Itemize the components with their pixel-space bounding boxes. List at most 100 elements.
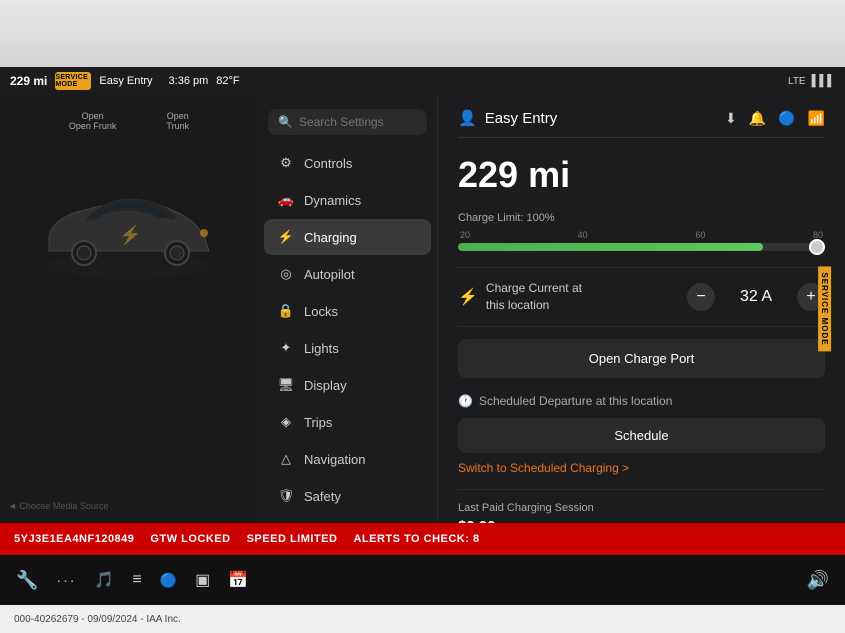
car-image: ⚡	[29, 171, 229, 301]
sidebar-item-lights[interactable]: ✦ Lights	[264, 330, 431, 366]
charge-decrease-button[interactable]: −	[687, 283, 715, 311]
search-input[interactable]	[299, 115, 417, 129]
taskbar-bluetooth-icon[interactable]: 🔵	[160, 572, 177, 589]
lights-label: Lights	[304, 341, 339, 356]
gtw-locked: GTW LOCKED	[150, 533, 230, 545]
footer-text: 000-40262679 - 09/09/2024 - IAA Inc.	[14, 614, 181, 625]
top-bar: 229 mi SERVICE MODE Easy Entry 3:36 pm 8…	[0, 0, 845, 95]
charging-panel: SERVICE MODE 👤 Easy Entry ⬇ 🔔 🔵 📶 229 mi…	[438, 95, 845, 523]
bluetooth-icon[interactable]: 🔵	[778, 110, 795, 127]
dynamics-label: Dynamics	[304, 193, 361, 208]
controls-label: Controls	[304, 156, 352, 171]
sidebar-item-navigation[interactable]: △ Navigation	[264, 441, 431, 477]
controls-icon: ⚙	[278, 155, 294, 171]
charge-limit-ticks: 20 40 60 80	[458, 230, 825, 240]
autopilot-icon: ◎	[278, 266, 294, 282]
taskbar-volume-icon[interactable]: 🔊	[807, 570, 829, 591]
bottom-status-bar: 5YJ3E1EA4NF120849 GTW LOCKED SPEED LIMIT…	[0, 523, 845, 555]
charging-label: Charging	[304, 230, 357, 245]
open-frunk-label: Open	[69, 111, 117, 121]
top-time: 3:36 pm	[169, 75, 209, 87]
trips-icon: ◈	[278, 414, 294, 430]
footer: 000-40262679 - 09/09/2024 - IAA Inc.	[0, 605, 845, 633]
scheduled-text: Scheduled Departure at this location	[479, 394, 672, 408]
mileage-display: 229 mi	[458, 154, 825, 196]
car-panel: Open Open Frunk Open Trunk	[0, 95, 258, 523]
scheduled-section: 🕐 Scheduled Departure at this location S…	[458, 394, 825, 475]
sidebar-item-dynamics[interactable]: 🚗 Dynamics	[264, 182, 431, 218]
locks-label: Locks	[304, 304, 338, 319]
top-temp: 82°F	[216, 75, 239, 87]
dynamics-icon: 🚗	[278, 192, 294, 208]
sidebar-item-autopilot[interactable]: ◎ Autopilot	[264, 256, 431, 292]
taskbar-grid-icon[interactable]: ▣	[195, 570, 210, 590]
sidebar-item-charging[interactable]: ⚡ Charging	[264, 219, 431, 255]
taskbar-dots-icon[interactable]: ···	[56, 572, 76, 588]
charge-limit-label: Charge Limit: 100%	[458, 212, 825, 224]
last-paid-title: Last Paid Charging Session	[458, 502, 825, 514]
charge-value: 32 A	[731, 288, 781, 306]
service-mode-side-label: SERVICE MODE	[818, 266, 831, 351]
taskbar-music-icon[interactable]: 🎵	[94, 570, 114, 590]
lights-icon: ✦	[278, 340, 294, 356]
sidebar: 🔍 ⚙ Controls 🚗 Dynamics ⚡ Charging ◎ Aut…	[258, 95, 438, 523]
signal-bars-icon: ▌▌▌	[812, 75, 835, 87]
search-icon: 🔍	[278, 115, 293, 129]
navigation-icon: △	[278, 451, 294, 467]
signal-icon[interactable]: 📶	[808, 110, 825, 127]
charging-icon: ⚡	[278, 229, 294, 245]
clock-icon: 🕐	[458, 394, 473, 408]
media-source[interactable]: ◄ Choose Media Source	[8, 501, 108, 511]
header-icons: ⬇ 🔔 🔵 📶	[725, 110, 825, 127]
taskbar-menu-icon[interactable]: ≡	[132, 571, 141, 589]
person-icon: 👤	[458, 109, 477, 127]
charge-plug-icon: ⚡	[458, 287, 478, 307]
svg-text:⚡: ⚡	[119, 224, 141, 246]
lte-label: LTE	[788, 76, 806, 87]
tick-60: 60	[695, 230, 705, 240]
sidebar-item-controls[interactable]: ⚙ Controls	[264, 145, 431, 181]
taskbar-wrench-icon[interactable]: 🔧	[16, 570, 38, 591]
car-svg: ⚡	[29, 171, 229, 301]
open-frunk-button[interactable]: Open Open Frunk	[69, 111, 117, 131]
switch-charging-link[interactable]: Switch to Scheduled Charging >	[458, 461, 825, 475]
safety-icon: 🛡	[278, 488, 294, 504]
charge-bar[interactable]	[458, 243, 825, 251]
open-trunk-button[interactable]: Open Trunk	[166, 111, 189, 131]
charge-current-line2: this location	[486, 297, 687, 314]
frunk-label: Open Frunk	[69, 121, 117, 131]
sidebar-item-trips[interactable]: ◈ Trips	[264, 404, 431, 440]
top-easy-entry: Easy Entry	[99, 75, 152, 87]
top-mileage: 229 mi	[10, 74, 47, 88]
tick-20: 20	[460, 230, 470, 240]
taskbar-left-icons: 🔧 ··· 🎵 ≡ 🔵 ▣ 📅	[16, 570, 248, 591]
panel-header: 👤 Easy Entry ⬇ 🔔 🔵 📶	[458, 109, 825, 138]
bell-icon[interactable]: 🔔	[749, 110, 766, 127]
sidebar-item-safety[interactable]: 🛡 Safety	[264, 478, 431, 514]
sidebar-item-display[interactable]: 🖥 Display	[264, 367, 431, 403]
outer-frame: 229 mi SERVICE MODE Easy Entry 3:36 pm 8…	[0, 0, 845, 633]
trunk-label: Trunk	[166, 121, 189, 131]
last-paid-amount: $0.00	[458, 518, 825, 523]
open-charge-port-button[interactable]: Open Charge Port	[458, 339, 825, 378]
charge-handle[interactable]	[809, 239, 825, 255]
charge-current-line1: Charge Current at	[486, 280, 687, 297]
alerts-to-check: ALERTS TO CHECK: 8	[353, 533, 479, 545]
download-icon[interactable]: ⬇	[725, 110, 737, 127]
schedule-button[interactable]: Schedule	[458, 418, 825, 453]
sidebar-item-locks[interactable]: 🔒 Locks	[264, 293, 431, 329]
taskbar-calendar-icon[interactable]: 📅	[228, 570, 248, 590]
display-label: Display	[304, 378, 347, 393]
search-box[interactable]: 🔍	[268, 109, 427, 135]
panel-title: Easy Entry	[485, 110, 558, 127]
charge-current-controls: − 32 A +	[687, 283, 825, 311]
safety-label: Safety	[304, 489, 341, 504]
sidebar-item-service[interactable]: 🔧 Service	[264, 515, 431, 523]
tick-40: 40	[578, 230, 588, 240]
main-content: Open Open Frunk Open Trunk	[0, 95, 845, 523]
autopilot-label: Autopilot	[304, 267, 355, 282]
navigation-label: Navigation	[304, 452, 365, 467]
charge-limit-section: Charge Limit: 100% 20 40 60 80	[458, 212, 825, 251]
taskbar: 🔧 ··· 🎵 ≡ 🔵 ▣ 📅 🔊	[0, 555, 845, 605]
charge-bar-fill	[458, 243, 763, 251]
